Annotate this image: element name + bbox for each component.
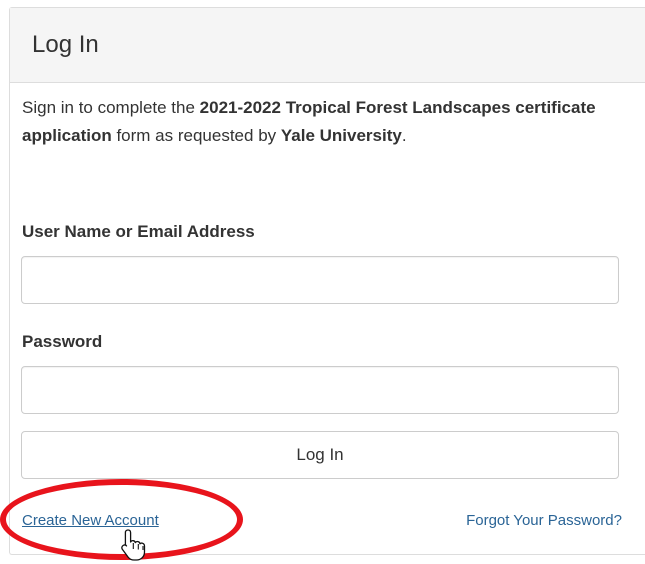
password-input[interactable] xyxy=(21,366,619,414)
page-title: Log In xyxy=(32,31,99,58)
username-label: User Name or Email Address xyxy=(22,222,255,241)
hand-pointer-icon xyxy=(121,529,146,561)
intro-part2: form as requested by xyxy=(111,126,281,145)
intro-part1: Sign in to complete the xyxy=(22,98,200,117)
login-button[interactable]: Log In xyxy=(21,431,619,479)
panel-header: Log In xyxy=(10,8,645,83)
forgot-password-link[interactable]: Forgot Your Password? xyxy=(466,512,622,529)
intro-text: Sign in to complete the 2021-2022 Tropic… xyxy=(22,94,622,150)
create-account-link[interactable]: Create New Account xyxy=(22,512,159,529)
username-input[interactable] xyxy=(21,256,619,304)
intro-institution: Yale University xyxy=(280,126,402,145)
intro-part3: . xyxy=(401,126,407,145)
password-label: Password xyxy=(22,332,103,351)
